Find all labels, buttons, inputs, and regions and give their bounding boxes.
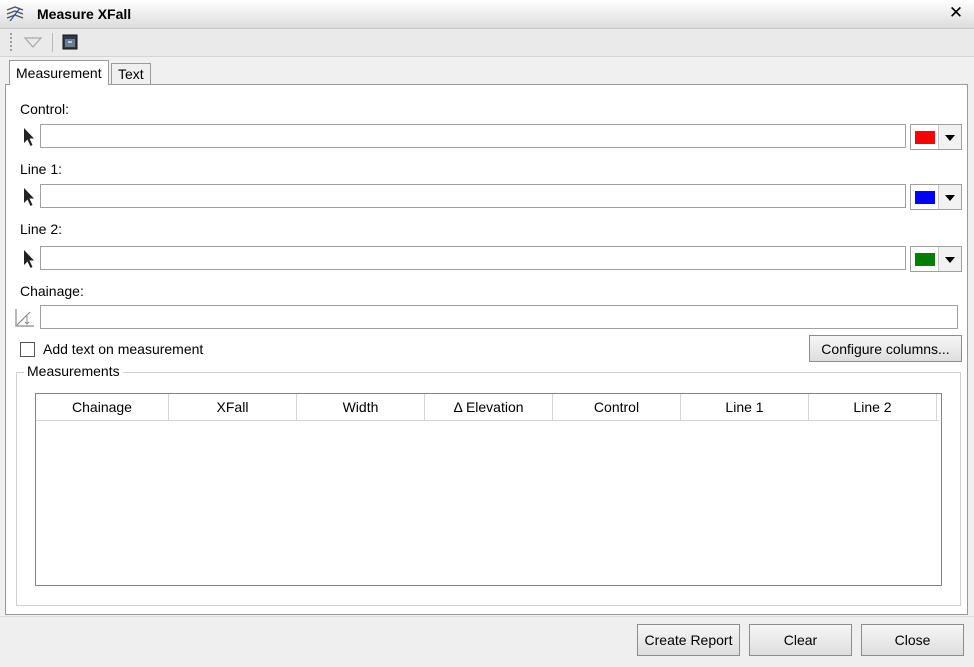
line1-label: Line 1: <box>20 161 63 177</box>
tab-measurement[interactable]: Measurement <box>9 60 109 85</box>
pick-cursor-icon[interactable] <box>22 187 36 207</box>
window-title: Measure XFall <box>37 6 132 22</box>
column-header-width[interactable]: Width <box>297 394 425 420</box>
control-color-swatch <box>915 131 935 144</box>
chainage-input[interactable] <box>40 305 958 329</box>
column-header-delta-elevation[interactable]: Δ Elevation <box>425 394 553 420</box>
triangle-dropdown-icon[interactable] <box>22 31 44 53</box>
chevron-down-icon[interactable] <box>938 185 961 209</box>
measurements-group-title: Measurements <box>24 363 123 379</box>
add-text-label: Add text on measurement <box>43 341 204 357</box>
column-header-xfall[interactable]: XFall <box>169 394 297 420</box>
table-header: Chainage XFall Width Δ Elevation Control… <box>36 394 939 421</box>
line2-color-swatch <box>915 253 935 266</box>
tab-text[interactable]: Text <box>111 63 151 85</box>
create-report-button[interactable]: Create Report <box>637 624 740 656</box>
toolbar <box>0 29 974 57</box>
toolbar-grip[interactable] <box>9 32 13 52</box>
chainage-label: Chainage: <box>20 283 84 299</box>
control-label: Control: <box>20 101 70 117</box>
column-header-line2[interactable]: Line 2 <box>809 394 937 420</box>
clear-button[interactable]: Clear <box>749 624 852 656</box>
toolbar-separator <box>52 33 53 52</box>
control-input[interactable] <box>40 124 906 148</box>
configure-columns-button[interactable]: Configure columns... <box>809 335 962 362</box>
chevron-down-icon[interactable] <box>938 125 961 149</box>
chainage-pick-icon[interactable] <box>14 306 36 328</box>
chevron-down-icon[interactable] <box>938 247 961 271</box>
close-icon[interactable]: ✕ <box>946 3 966 23</box>
line2-label: Line 2: <box>20 221 63 237</box>
line1-color-picker[interactable] <box>910 184 962 210</box>
line2-input[interactable] <box>40 246 906 270</box>
line1-color-swatch <box>915 191 935 204</box>
xfall-app-icon <box>6 6 24 22</box>
window-icon[interactable] <box>59 31 81 53</box>
column-header-line1[interactable]: Line 1 <box>681 394 809 420</box>
pick-cursor-icon[interactable] <box>22 127 36 147</box>
line1-input[interactable] <box>40 184 906 208</box>
column-header-chainage[interactable]: Chainage <box>36 394 169 420</box>
measurements-table[interactable]: Chainage XFall Width Δ Elevation Control… <box>35 393 942 586</box>
control-color-picker[interactable] <box>910 124 962 150</box>
pick-cursor-icon[interactable] <box>22 249 36 269</box>
title-bar: Measure XFall ✕ <box>0 0 974 29</box>
add-text-checkbox[interactable] <box>20 342 35 357</box>
close-button[interactable]: Close <box>861 624 964 656</box>
column-header-control[interactable]: Control <box>553 394 681 420</box>
line2-color-picker[interactable] <box>910 246 962 272</box>
